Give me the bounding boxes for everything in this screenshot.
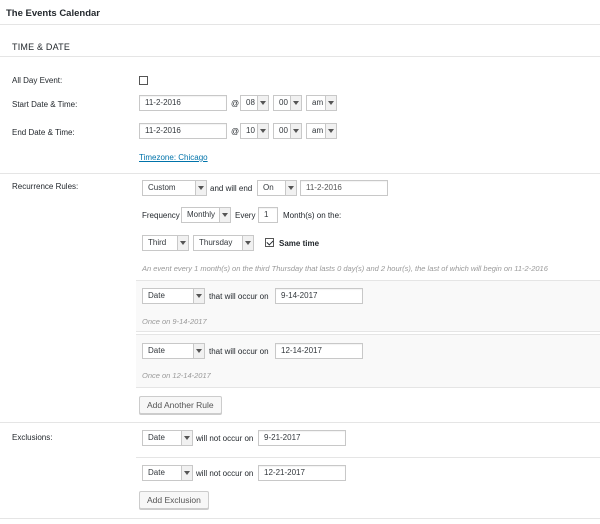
end-meridian-select[interactable]: am <box>306 123 337 139</box>
chevron-down-icon <box>181 466 192 480</box>
chevron-down-icon <box>193 344 204 358</box>
start-hour-value: 08 <box>246 98 255 107</box>
start-minute-value: 00 <box>279 98 288 107</box>
start-date-input[interactable]: 11-2-2016 <box>139 95 227 111</box>
recurrence-type-value: Custom <box>148 183 176 192</box>
end-hour-value: 10 <box>246 126 255 135</box>
chevron-down-icon <box>325 124 336 138</box>
end-date-input[interactable]: 11-2-2016 <box>139 123 227 139</box>
rule-type-value: Date <box>148 291 165 300</box>
every-input[interactable]: 1 <box>258 207 278 223</box>
all-day-label: All Day Event: <box>12 76 63 85</box>
ordinal-value: Third <box>148 238 167 247</box>
end-meridian-value: am <box>312 126 324 135</box>
rule-summary: Once on 9-14-2017 <box>142 317 207 326</box>
all-day-checkbox[interactable] <box>139 76 148 85</box>
app-title: The Events Calendar <box>6 8 100 19</box>
end-minute-select[interactable]: 00 <box>273 123 302 139</box>
recurrence-type-select[interactable]: Custom <box>142 180 207 196</box>
end-datetime-label: End Date & Time: <box>12 128 75 137</box>
rule-date-input[interactable]: 12-14-2017 <box>275 343 363 359</box>
chevron-down-icon <box>181 431 192 445</box>
divider <box>0 422 600 423</box>
same-time-label: Same time <box>279 239 320 248</box>
recurrence-rules-label: Recurrence Rules: <box>12 182 79 191</box>
add-exclusion-button[interactable]: Add Exclusion <box>139 491 209 509</box>
exclusion-type-value: Date <box>148 433 165 442</box>
month-on-label: Month(s) on the: <box>283 211 342 220</box>
frequency-value: Monthly <box>187 210 216 219</box>
chevron-down-icon <box>177 236 188 250</box>
exclusion-date-input[interactable]: 9-21-2017 <box>258 430 346 446</box>
exclusion-date-input[interactable]: 12-21-2017 <box>258 465 346 481</box>
chevron-down-icon <box>325 96 336 110</box>
start-minute-select[interactable]: 00 <box>273 95 302 111</box>
timezone-link[interactable]: Timezone: Chicago <box>139 153 208 162</box>
exclusion-occur-label: will not occur on <box>196 434 254 443</box>
section-title: TIME & DATE <box>12 42 71 52</box>
and-will-end-label: and will end <box>210 184 253 193</box>
chevron-down-icon <box>257 96 268 110</box>
end-minute-value: 00 <box>279 126 288 135</box>
end-at-symbol: @ <box>231 127 240 136</box>
end-hour-select[interactable]: 10 <box>240 123 269 139</box>
start-meridian-value: am <box>312 98 324 107</box>
every-label: Every <box>235 211 256 220</box>
weekday-value: Thursday <box>199 238 233 247</box>
recurrence-end-type-select[interactable]: On <box>257 180 297 196</box>
chevron-down-icon <box>257 124 268 138</box>
divider <box>0 173 600 174</box>
frequency-label: Frequency <box>142 211 180 220</box>
frequency-select[interactable]: Monthly <box>181 207 231 223</box>
add-another-rule-button[interactable]: Add Another Rule <box>139 396 222 414</box>
start-at-symbol: @ <box>231 99 240 108</box>
chevron-down-icon <box>290 124 301 138</box>
exclusion-occur-label: will not occur on <box>196 469 254 478</box>
chevron-down-icon <box>219 208 230 222</box>
rule-occur-label: that will occur on <box>209 292 269 301</box>
divider <box>0 56 600 57</box>
weekday-select[interactable]: Thursday <box>193 235 254 251</box>
start-hour-select[interactable]: 08 <box>240 95 269 111</box>
divider <box>0 24 600 25</box>
start-datetime-label: Start Date & Time: <box>12 100 78 109</box>
chevron-down-icon <box>285 181 296 195</box>
same-time-checkbox[interactable] <box>265 238 274 247</box>
rule-summary: Once on 12-14-2017 <box>142 371 211 380</box>
rule-occur-label: that will occur on <box>209 347 269 356</box>
divider <box>0 518 600 519</box>
exclusion-type-select[interactable]: Date <box>142 430 193 446</box>
divider <box>136 457 600 458</box>
chevron-down-icon <box>290 96 301 110</box>
rule-type-select[interactable]: Date <box>142 288 205 304</box>
chevron-down-icon <box>242 236 253 250</box>
recurrence-end-date-input[interactable]: 11-2-2016 <box>300 180 388 196</box>
recurrence-summary: An event every 1 month(s) on the third T… <box>142 264 548 273</box>
rule-date-input[interactable]: 9-14-2017 <box>275 288 363 304</box>
rule-type-value: Date <box>148 346 165 355</box>
start-meridian-select[interactable]: am <box>306 95 337 111</box>
exclusion-type-value: Date <box>148 468 165 477</box>
chevron-down-icon <box>193 289 204 303</box>
chevron-down-icon <box>195 181 206 195</box>
recurrence-end-type-value: On <box>263 183 274 192</box>
exclusion-type-select[interactable]: Date <box>142 465 193 481</box>
ordinal-select[interactable]: Third <box>142 235 189 251</box>
exclusions-label: Exclusions: <box>12 433 53 442</box>
rule-type-select[interactable]: Date <box>142 343 205 359</box>
